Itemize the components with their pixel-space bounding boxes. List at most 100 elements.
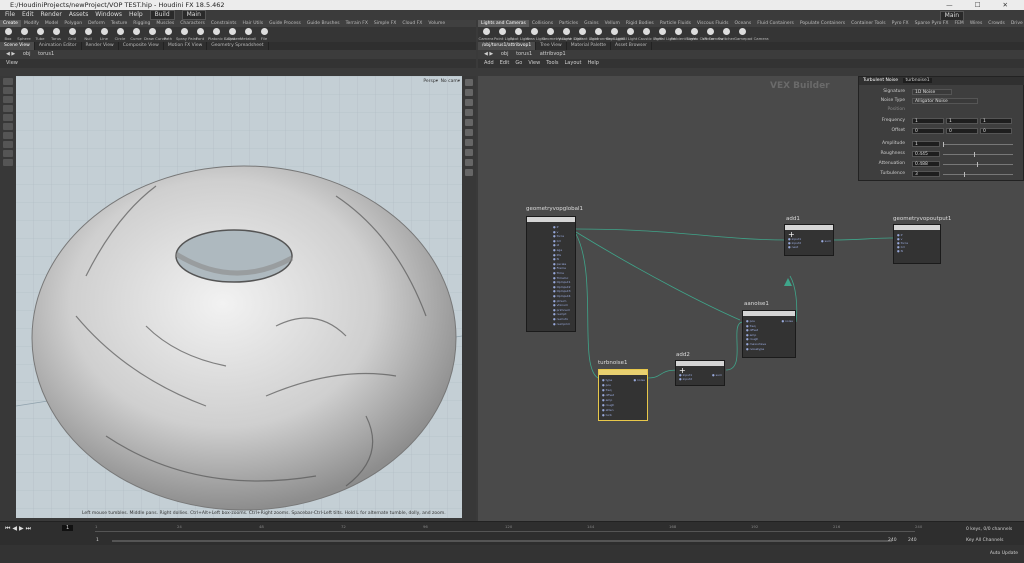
node-input-port[interactable]: ● amp bbox=[602, 398, 612, 402]
shelf-left-tool-12[interactable]: Font bbox=[192, 27, 208, 42]
shelf-right-tool-16[interactable]: Gamepad Camera bbox=[734, 27, 769, 42]
info-icon[interactable] bbox=[465, 169, 473, 176]
node-input-port[interactable]: ● OpInput1 bbox=[553, 280, 571, 284]
points-icon[interactable] bbox=[465, 139, 473, 146]
camera-menu[interactable]: No cam▾ bbox=[441, 79, 460, 84]
node-output-port[interactable]: ● noise bbox=[633, 378, 645, 382]
persp-menu[interactable]: Persp▾ bbox=[423, 79, 438, 84]
offset-z-field[interactable]: 0 bbox=[980, 128, 1012, 134]
node-input-port[interactable]: ● pscale bbox=[553, 262, 566, 266]
shelf-right-tool-5[interactable]: Volume Light bbox=[558, 27, 583, 42]
network-menu-item-4[interactable]: Tools bbox=[546, 60, 558, 66]
turbulence-slider[interactable] bbox=[943, 174, 1013, 175]
shelf-right-tab-9[interactable]: Fluid Containers bbox=[754, 20, 797, 27]
shelf-left-tool-3[interactable]: Torus bbox=[48, 27, 64, 42]
magnet-tool-icon[interactable] bbox=[3, 150, 13, 157]
shelf-left-tool-5[interactable]: Null bbox=[80, 27, 96, 42]
shelf-left-tab-14[interactable]: Simple FX bbox=[371, 20, 399, 27]
offset-y-field[interactable]: 0 bbox=[946, 128, 978, 134]
shelf-right-tool-2[interactable]: Spot Light bbox=[510, 27, 529, 42]
node-input-port[interactable]: ● Cd bbox=[553, 239, 561, 243]
paint-tool-icon[interactable] bbox=[3, 159, 13, 166]
desktop-select-main[interactable]: Main bbox=[181, 10, 206, 20]
node-output-port[interactable]: ● sum bbox=[712, 373, 722, 377]
network-menu-item-6[interactable]: Help bbox=[588, 60, 599, 66]
current-frame-field[interactable]: 1 bbox=[62, 525, 74, 531]
scene-view-tab-5[interactable]: Geometry Spreadsheet bbox=[207, 42, 269, 50]
shelf-left-tab-0[interactable]: Create bbox=[0, 20, 21, 27]
shelf-left-tab-7[interactable]: Muscles bbox=[153, 20, 177, 27]
scene-view-tab-0[interactable]: Scene View bbox=[0, 42, 35, 50]
shelf-left-tool-0[interactable]: Box bbox=[0, 27, 16, 42]
node-input-port[interactable]: ● maxoctave bbox=[746, 342, 766, 346]
amplitude-field[interactable]: 1 bbox=[912, 141, 940, 147]
shelf-right-tab-16[interactable]: Crowds bbox=[985, 20, 1008, 27]
frequency-z-field[interactable]: 1 bbox=[980, 118, 1012, 124]
display-option-icon[interactable] bbox=[465, 79, 473, 86]
node-input-port[interactable]: ● numprim bbox=[553, 322, 570, 326]
scene-view-tab-4[interactable]: Motion FX View bbox=[164, 42, 208, 50]
network-menu-item-1[interactable]: Edit bbox=[500, 60, 510, 66]
node-input-port[interactable]: ● rough bbox=[746, 337, 758, 341]
node-input-port[interactable]: ● TimeInc bbox=[553, 276, 568, 280]
shelf-right-tool-7[interactable]: Environment Light bbox=[590, 27, 625, 42]
node-input-port[interactable]: ● force bbox=[553, 234, 564, 238]
node-add1[interactable]: + ● input1 ● input2 ● next ● sum bbox=[784, 224, 834, 256]
start-frame-field[interactable]: 1 bbox=[96, 538, 99, 543]
menu-help[interactable]: Help bbox=[129, 11, 143, 18]
shelf-left-tool-13[interactable]: Platonic Solids bbox=[208, 27, 235, 42]
node-input-port[interactable]: ● N bbox=[897, 249, 903, 253]
frequency-x-field[interactable]: 1 bbox=[912, 118, 944, 124]
auto-update-menu[interactable]: Auto Update bbox=[990, 551, 1018, 556]
shelf-right-tab-5[interactable]: Rigid Bodies bbox=[623, 20, 657, 27]
node-input-port[interactable]: ● noisetype bbox=[746, 347, 764, 351]
window-controls[interactable]: — ☐ ✕ bbox=[946, 0, 1018, 10]
node-input-port[interactable]: ● freq bbox=[746, 324, 756, 328]
node-turbnoise1[interactable]: ● type ● pos ● freq ● offset ● amp ● rough ● a… bbox=[598, 369, 648, 421]
network-menu-item-2[interactable]: Go bbox=[515, 60, 522, 66]
network-view-tab-2[interactable]: Material Palette bbox=[567, 42, 612, 50]
path-torus1[interactable]: torus1 bbox=[38, 51, 54, 57]
node-input-port[interactable]: ● offset bbox=[746, 328, 758, 332]
shelf-left-tab-3[interactable]: Polygon bbox=[61, 20, 85, 27]
select-tool-icon[interactable] bbox=[3, 78, 13, 85]
roughness-slider-knob[interactable] bbox=[974, 152, 976, 157]
shelf-left-tab-1[interactable]: Modify bbox=[21, 20, 42, 27]
shelf-right-tab-14[interactable]: FEM bbox=[952, 20, 967, 27]
roughness-field[interactable]: 0.445 bbox=[912, 151, 940, 157]
playback-controls[interactable]: ⏮◀▶⏭ bbox=[5, 525, 33, 533]
range-slider[interactable] bbox=[112, 540, 892, 542]
timeline-ruler[interactable]: 1 24 48 72 96 120 144 168 192 216 240 bbox=[95, 522, 922, 532]
shading-icon[interactable] bbox=[465, 99, 473, 106]
amplitude-slider[interactable] bbox=[943, 144, 1013, 145]
node-input-port[interactable]: ● offset bbox=[602, 393, 614, 397]
scale-tool-icon[interactable] bbox=[3, 105, 13, 112]
end-frame-field-2[interactable]: 240 bbox=[908, 538, 917, 543]
node-input-port[interactable]: ● OpInput2 bbox=[553, 285, 571, 289]
shelf-right-tool-0[interactable]: Camera bbox=[478, 27, 494, 42]
move-tool-icon[interactable] bbox=[3, 87, 13, 94]
shelf-left-tab-6[interactable]: Rigging bbox=[130, 20, 153, 27]
network-menu-item-3[interactable]: View bbox=[528, 60, 540, 66]
signature-select[interactable]: 1D Noise bbox=[912, 89, 952, 95]
shelf-right-tool-14[interactable]: VR Camera bbox=[702, 27, 723, 42]
pose-tool-icon[interactable] bbox=[3, 123, 13, 130]
node-input-port[interactable]: ● pos bbox=[746, 319, 755, 323]
path-torus1[interactable]: torus1 bbox=[516, 51, 532, 57]
shelf-left-tool-2[interactable]: Tube bbox=[32, 27, 48, 42]
shelf-right-tab-7[interactable]: Viscous Fluids bbox=[694, 20, 732, 27]
node-input-port[interactable]: ● ptnum bbox=[553, 299, 566, 303]
shelf-left-tab-4[interactable]: Deform bbox=[85, 20, 108, 27]
network-editor[interactable]: VEX Builder geometryvopglobal1 ● P ● v ● f… bbox=[478, 76, 1024, 521]
shelf-left-tool-6[interactable]: Line bbox=[96, 27, 112, 42]
node-input-port[interactable]: ● vtxnum bbox=[553, 303, 568, 307]
shelf-right-tool-6[interactable]: Distant Light bbox=[574, 27, 598, 42]
node-input-port[interactable]: ● OpInput3 bbox=[553, 289, 571, 293]
shelf-left-tool-14[interactable]: L-System bbox=[224, 27, 242, 42]
menu-windows[interactable]: Windows bbox=[95, 11, 122, 18]
menu-assets[interactable]: Assets bbox=[69, 11, 89, 18]
node-geometryvopoutput1[interactable]: ● P ● v ● force ● Cd ● N bbox=[893, 224, 941, 264]
node-input-port[interactable]: ● freq bbox=[602, 388, 612, 392]
shelf-left-tab-16[interactable]: Volume bbox=[425, 20, 448, 27]
shelf-right-tool-4[interactable]: Geometry Light bbox=[542, 27, 572, 42]
